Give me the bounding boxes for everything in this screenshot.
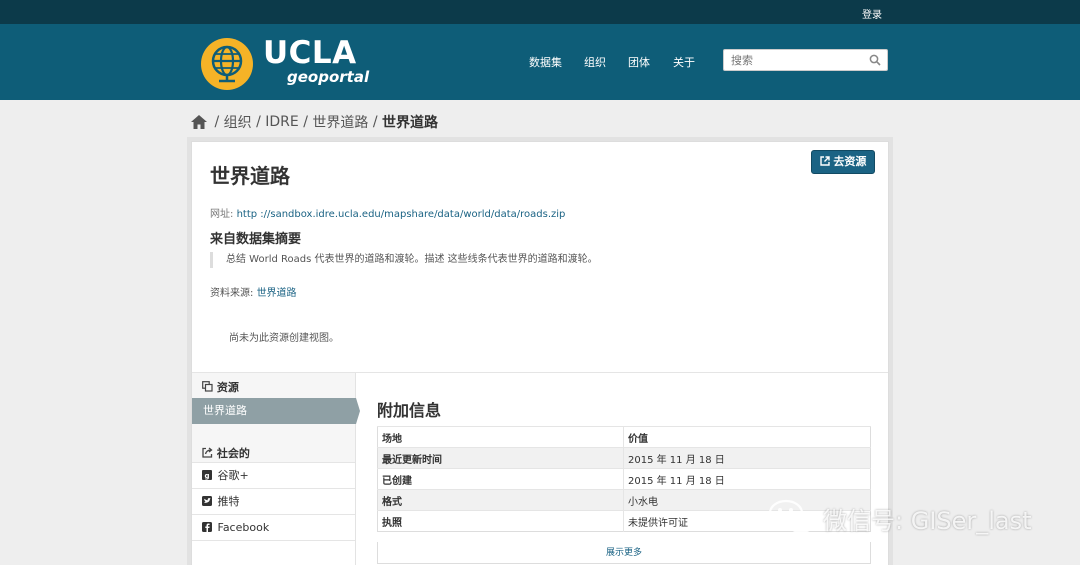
- table-cell-value: 2015 年 11 月 18 日: [623, 447, 871, 469]
- social-heading: 社会的: [202, 445, 250, 461]
- source-row: 资料来源: 世界道路: [210, 284, 297, 299]
- breadcrumb-separator: /: [372, 114, 378, 130]
- table-cell-key: 格式: [377, 489, 624, 511]
- google-plus-icon: g: [202, 470, 212, 480]
- page-title: 世界道路: [210, 164, 290, 188]
- source-link[interactable]: 世界道路: [257, 288, 297, 299]
- sidebar-item-facebook[interactable]: Facebook: [192, 514, 355, 540]
- sidebar-item-twitter[interactable]: 推特: [192, 488, 355, 514]
- wechat-icon: [768, 499, 816, 534]
- logo-geoportal-text: geoportal: [287, 68, 370, 86]
- wechat-watermark: 微信号: GISer_last: [763, 497, 1063, 537]
- summary-quote: 总结 World Roads 代表世界的道路和渡轮。描述 这些线条代表世界的道路…: [210, 252, 598, 268]
- table-cell-value: 2015 年 11 月 18 日: [623, 468, 871, 490]
- breadcrumb: / 组织 / IDRE / 世界道路 / 世界道路: [191, 112, 438, 132]
- twitter-icon: [202, 496, 212, 506]
- table-cell-key: 执照: [377, 510, 624, 532]
- social-label: Facebook: [217, 521, 270, 534]
- breadcrumb-separator: /: [256, 114, 261, 130]
- show-more-link[interactable]: 展示更多: [377, 542, 871, 564]
- search-icon[interactable]: [869, 54, 881, 66]
- breadcrumb-item[interactable]: 世界道路: [312, 115, 368, 131]
- social-label: 推特: [217, 495, 240, 508]
- home-icon[interactable]: [191, 115, 207, 129]
- table-cell-key: 最近更新时间: [377, 447, 624, 469]
- social-label: 谷歌+: [217, 469, 249, 482]
- facebook-icon: [202, 522, 212, 532]
- logo-ucla-text: UCLA: [263, 35, 357, 71]
- external-link-icon: [819, 156, 830, 166]
- go-to-resource-button[interactable]: 去资源: [811, 150, 875, 174]
- table-header-row: 场地 价值: [377, 426, 871, 448]
- share-icon: [202, 447, 213, 458]
- table-row: 最近更新时间 2015 年 11 月 18 日: [377, 447, 871, 469]
- login-link[interactable]: 登录: [862, 6, 882, 21]
- resources-heading: 资源: [202, 379, 239, 395]
- breadcrumb-separator: /: [303, 114, 308, 130]
- column-header-field: 场地: [377, 426, 624, 448]
- column-header-value: 价值: [623, 426, 871, 448]
- site-header: UCLA geoportal 数据集 组织 团体 关于: [0, 24, 1080, 100]
- sidebar-footer-space: [192, 540, 355, 565]
- additional-info-heading: 附加信息: [377, 401, 442, 420]
- no-view-message: 尚未为此资源创建视图。: [229, 333, 339, 344]
- copy-icon: [202, 381, 213, 392]
- social-heading-label: 社会的: [216, 447, 250, 460]
- watermark-text: 微信号: GISer_last: [823, 507, 1032, 535]
- source-label: 资料来源:: [210, 288, 254, 299]
- svg-text:g: g: [204, 472, 209, 480]
- resource-url-link[interactable]: http ://sandbox.idre.ucla.edu/mapshare/d…: [237, 209, 566, 220]
- url-row: 网址: http ://sandbox.idre.ucla.edu/mapsha…: [210, 205, 565, 220]
- ucla-geoportal-logo[interactable]: UCLA geoportal: [201, 35, 401, 92]
- breadcrumb-current: 世界道路: [381, 115, 438, 131]
- search-box: [723, 49, 888, 71]
- sidebar-item-google-plus[interactable]: g 谷歌+: [192, 462, 355, 488]
- table-cell-key: 已创建: [377, 468, 624, 490]
- breadcrumb-item[interactable]: IDRE: [265, 114, 298, 130]
- active-pointer: [356, 398, 360, 424]
- sidebar-item-world-roads[interactable]: 世界道路: [192, 398, 356, 424]
- breadcrumb-item[interactable]: 组织: [224, 115, 252, 131]
- globe-icon: [201, 38, 253, 90]
- nav-about[interactable]: 关于: [673, 54, 695, 70]
- resources-heading-label: 资源: [216, 381, 239, 394]
- top-bar: 登录: [0, 0, 1080, 24]
- go-to-resource-label: 去资源: [833, 155, 867, 168]
- table-row: 已创建 2015 年 11 月 18 日: [377, 468, 871, 490]
- url-label: 网址:: [210, 209, 234, 220]
- nav-groups[interactable]: 团体: [628, 54, 650, 70]
- nav-datasets[interactable]: 数据集: [529, 54, 562, 70]
- search-input[interactable]: [724, 50, 864, 70]
- nav-organizations[interactable]: 组织: [584, 54, 606, 70]
- breadcrumb-separator: /: [214, 114, 220, 130]
- summary-heading: 来自数据集摘要: [210, 232, 302, 247]
- resource-sidebar: 资源 世界道路 社会的 g 谷歌+ 推特 Facebook: [192, 373, 360, 565]
